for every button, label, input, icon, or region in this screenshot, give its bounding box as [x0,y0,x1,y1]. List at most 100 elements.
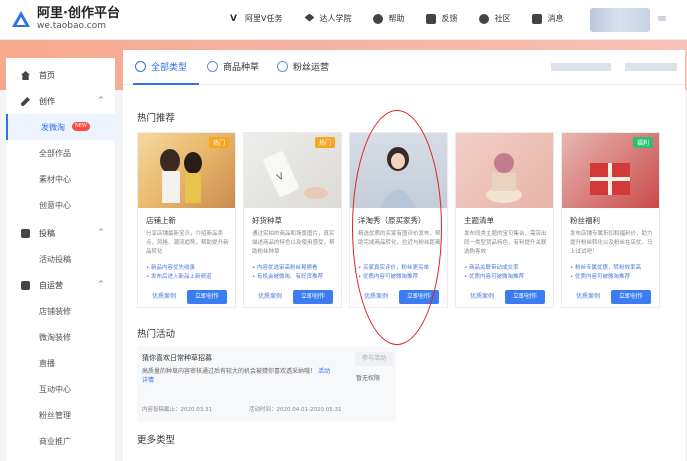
sidebar-item-label: 全部作品 [39,149,71,158]
avatar[interactable] [590,8,650,32]
logo-title: 阿里·创作平台 [37,6,120,21]
card-bullet: 发布后进入新品上新频道 [146,274,232,281]
sidebar-item-fans[interactable]: 粉丝管理 [6,402,115,428]
card-photo [486,153,522,203]
sidebar-group-create[interactable]: 创作 ^ [6,88,115,114]
sidebar-group-submit[interactable]: 投稿 ^ [6,220,115,246]
chevron-up-icon: ^ [98,228,104,236]
permission-status: 暂无权限 [356,375,381,382]
card-bullet: 新品内容优先收录 [146,265,232,272]
card-bullet: 商品关联带动成交率 [464,265,550,272]
sidebar-item-label: 创作 [39,97,55,106]
sidebar-item-all-works[interactable]: 全部作品 [6,140,115,166]
account-menu-blur[interactable] [658,16,666,21]
card-image [456,133,553,208]
activity-period: 活动时间：2020.04.01-2020.05.31 [249,407,342,413]
all-types-icon [135,61,146,72]
sidebar-item-label: 创意中心 [39,201,71,210]
create-button[interactable]: 立即创作 [293,290,333,304]
top-bar: 阿里·创作平台 we.taobao.com V 阿里V任务 达人学院 帮助 反馈… [0,0,687,40]
example-button[interactable]: 优质案例 [464,290,500,304]
operate-icon [21,281,30,290]
create-button[interactable]: 立即创作 [611,290,651,304]
logo-icon [12,10,30,27]
tab-label: 全部类型 [151,63,188,73]
chevron-up-icon: ^ [98,280,104,288]
tab-label: 商品种草 [223,63,260,73]
sidebar-item-label: 互动中心 [39,385,71,394]
nav-label: 阿里V任务 [245,14,283,23]
sidebar-item-creative-center[interactable]: 创意中心 [6,192,115,218]
hot-tag: 热门 [314,137,335,148]
sidebar-group-self-operate[interactable]: 自运营 ^ [6,272,115,298]
new-badge: NEW [72,122,90,131]
tab-all-types[interactable]: 全部类型 [135,60,187,73]
nav-item-v-task[interactable]: V 阿里V任务 [230,13,282,24]
top-nav: V 阿里V任务 达人学院 帮助 反馈 社区 消息 [230,13,585,24]
example-button[interactable]: 优质案例 [252,290,288,304]
card-bullet: 内容优选审高粉丝晃擦看 [252,265,338,272]
sidebar-item-material-center[interactable]: 素材中心 [6,166,115,192]
sidebar-item-post-weitao[interactable]: 发微淘 NEW [6,114,115,140]
sidebar-item-label: 活动投稿 [39,255,71,264]
sidebar-item-label: 首页 [39,71,55,80]
home-icon [21,71,30,80]
sidebar-item-promotion[interactable]: 商业推广 [6,428,115,454]
tab-product-seeding[interactable]: 商品种草 [207,60,259,73]
card-good-seeding[interactable]: V 热门 好货种草 通过实拍的商品和场景图片，真实描述商品的特色以及使用感受，帮… [243,132,342,308]
nav-item-help[interactable]: 帮助 [373,13,404,24]
nav-item-feedback[interactable]: 反馈 [426,13,457,24]
sidebar-item-label: 粉丝管理 [39,411,71,420]
blurred-info [625,63,677,71]
nav-item-community[interactable]: 社区 [479,13,510,24]
feedback-icon [426,13,437,24]
graduation-icon [304,13,315,22]
nav-label: 帮助 [388,14,405,23]
chevron-up-icon: ^ [98,96,104,104]
sidebar-item-label: 店铺装修 [39,307,71,316]
tab-label: 粉丝运营 [293,63,330,73]
sidebar-item-weitao-decor[interactable]: 微淘装修 [6,324,115,350]
sprout-icon [207,61,218,72]
card-bullet: 优质内容可被微淘推荐 [570,274,656,281]
card-fan-benefit[interactable]: 福利 粉丝福利 发布店铺专属折扣和福利价，助力提升粉丝转化以及粉丝在店优，马上试… [561,132,660,308]
sidebar-item-shop-decor[interactable]: 店铺装修 [6,298,115,324]
sidebar-item-label: 商业推广 [39,437,71,446]
logo[interactable]: 阿里·创作平台 we.taobao.com [10,7,120,32]
activity-desc-text: 高质量的种草内容审核通过后有较大的机会被猜你喜欢透采纳哦！ [142,368,317,375]
activity-card: 猜你喜欢日常种草招募 高质量的种草内容审核通过后有较大的机会被猜你喜欢透采纳哦！… [137,347,396,421]
create-button[interactable]: 立即创作 [187,290,227,304]
nav-item-messages[interactable]: 消息 [532,13,563,24]
sidebar-item-label: 素材中心 [39,175,71,184]
hot-tag: 热门 [208,137,229,148]
nav-label: 社区 [494,14,511,23]
section-title-activity: 热门活动 [137,329,176,340]
sidebar-item-interaction[interactable]: 互动中心 [6,376,115,402]
nav-label: 消息 [547,14,564,23]
sidebar-item-label: 自运营 [39,281,63,290]
card-bullet: 粉丝专属优惠，转粉效率高 [570,265,656,272]
example-button[interactable]: 优质案例 [146,290,182,304]
type-tabs: 全部类型 商品种草 粉丝运营 [123,50,685,85]
tab-fan-operation[interactable]: 粉丝运营 [277,60,329,73]
activity-title: 猜你喜欢日常种草招募 [142,354,212,362]
create-button[interactable]: 立即创作 [505,290,545,304]
sidebar-item-home[interactable]: 首页 [6,62,115,88]
example-button[interactable]: 优质案例 [570,290,606,304]
benefit-tag: 福利 [632,137,653,148]
join-activity-button[interactable]: 参与活动 [355,352,393,366]
sidebar-item-label: 投稿 [39,229,55,238]
card-shop-new[interactable]: 热门 店铺上新 分享店铺最新宝贝，介绍新品卖点、风格、潮流趋势，帮助提升新品转化… [137,132,236,308]
nav-item-academy[interactable]: 达人学院 [304,13,351,24]
card-desc: 发布同类主题的宝贝集合，需突出同一类型货品特色，有利提升关联选购客效 [464,231,547,255]
logo-domain: we.taobao.com [37,21,106,31]
sidebar-item-live[interactable]: 直播 [6,350,115,376]
sidebar-item-activity-submit[interactable]: 活动投稿 [6,246,115,272]
card-desc: 通过实拍的商品和场景图片，真实描述商品的特色以及使用感受，帮助粉丝种草 [252,231,335,255]
card-theme-list[interactable]: 主题清单 发布同类主题的宝贝集合，需突出同一类型货品特色，有利提升关联选购客效 … [455,132,554,308]
card-bullet: 优质内容可被微淘推荐 [464,274,550,281]
section-title-hot: 热门推荐 [137,113,176,124]
red-circle-annotation [352,110,442,345]
card-title: 粉丝福利 [570,216,600,225]
card-bullet: 有机会被微淘、有好货推荐 [252,274,338,281]
